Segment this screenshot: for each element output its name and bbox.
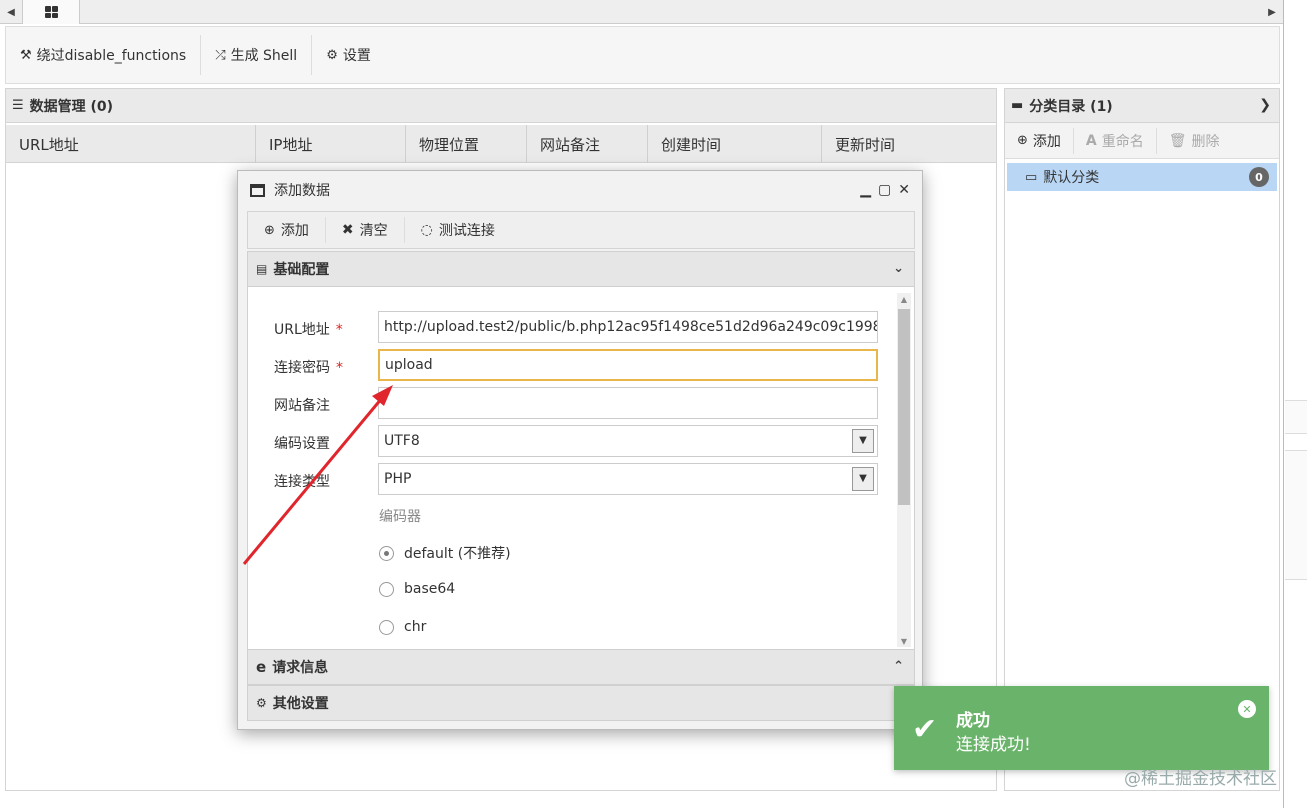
watermark: @稀土掘金技术社区 bbox=[1124, 769, 1277, 789]
arrow-head bbox=[372, 385, 393, 406]
arrow-shaft bbox=[242, 397, 384, 565]
close-icon[interactable]: ✕ bbox=[1238, 700, 1256, 718]
background-window-scrap bbox=[1285, 450, 1307, 580]
app-window: ◀ ▶ ⚒ 绕过disable_functions ⤮ 生成 Shell ⚙ 设… bbox=[0, 0, 1307, 808]
window-edge bbox=[1283, 0, 1284, 808]
background-window-scrap bbox=[1285, 400, 1307, 434]
success-toast: ✔ 成功 连接成功! ✕ bbox=[894, 686, 1269, 770]
toast-message: 连接成功! bbox=[956, 735, 1031, 755]
toast-title: 成功 bbox=[956, 711, 990, 731]
check-icon: ✔ bbox=[912, 712, 938, 747]
